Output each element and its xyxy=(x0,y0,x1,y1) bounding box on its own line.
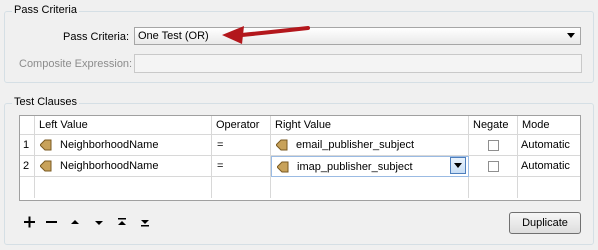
row-number-header xyxy=(20,116,35,135)
row-number: 2 xyxy=(23,160,30,172)
empty-cell[interactable] xyxy=(271,177,469,198)
pass-criteria-group-title: Pass Criteria xyxy=(12,4,79,16)
operator-text: = xyxy=(217,139,224,151)
test-clauses-group-title: Test Clauses xyxy=(12,96,79,108)
empty-cell[interactable] xyxy=(212,177,271,198)
move-bottom-icon[interactable] xyxy=(138,215,152,229)
duplicate-button[interactable]: Duplicate xyxy=(509,212,581,234)
empty-cell[interactable] xyxy=(469,177,518,198)
mode-cell[interactable]: Automatic xyxy=(518,135,580,156)
table-row: 2 xyxy=(20,156,35,177)
right-value-text: imap_publisher_subject xyxy=(297,161,413,173)
mode-text: Automatic xyxy=(521,139,570,151)
right-value-text: email_publisher_subject xyxy=(296,139,415,151)
mode-cell[interactable]: Automatic xyxy=(518,156,580,177)
negate-checkbox[interactable] xyxy=(488,161,499,172)
left-value-cell[interactable]: NeighborhoodName xyxy=(35,156,212,177)
pass-criteria-value: One Test (OR) xyxy=(138,30,209,42)
parameter-icon xyxy=(276,139,288,151)
table-row xyxy=(20,177,35,198)
negate-checkbox[interactable] xyxy=(488,140,499,151)
column-header-negate[interactable]: Negate xyxy=(469,116,518,135)
left-value-text: NeighborhoodName xyxy=(60,160,159,172)
left-value-text: NeighborhoodName xyxy=(60,139,159,151)
operator-cell[interactable]: = xyxy=(212,135,271,156)
chevron-down-icon xyxy=(454,163,462,168)
move-up-icon[interactable] xyxy=(68,215,82,229)
table-row: 1 xyxy=(20,135,35,156)
move-down-icon[interactable] xyxy=(92,215,106,229)
chevron-down-icon xyxy=(567,33,575,38)
column-header-mode[interactable]: Mode xyxy=(518,116,580,135)
composite-expression-field[interactable] xyxy=(134,54,582,73)
column-header-right-value[interactable]: Right Value xyxy=(271,116,469,135)
empty-cell[interactable] xyxy=(35,177,212,198)
row-number: 1 xyxy=(23,139,30,151)
negate-cell xyxy=(469,156,518,177)
remove-icon[interactable] xyxy=(45,215,59,229)
operator-cell[interactable]: = xyxy=(212,156,271,177)
empty-cell[interactable] xyxy=(518,177,580,198)
mode-text: Automatic xyxy=(521,160,570,172)
attribute-icon xyxy=(40,139,52,151)
column-header-left-value[interactable]: Left Value xyxy=(35,116,212,135)
negate-cell xyxy=(469,135,518,156)
parameter-icon xyxy=(277,161,289,173)
add-icon[interactable] xyxy=(23,215,37,229)
pass-criteria-combobox[interactable]: One Test (OR) xyxy=(134,27,581,45)
annotation-arrow-icon xyxy=(222,26,310,44)
attribute-icon xyxy=(40,160,52,172)
right-value-dropdown-button[interactable] xyxy=(450,157,466,174)
move-top-icon[interactable] xyxy=(115,215,129,229)
composite-expression-label: Composite Expression: xyxy=(19,58,133,70)
left-value-cell[interactable]: NeighborhoodName xyxy=(35,135,212,156)
right-value-cell[interactable]: email_publisher_subject xyxy=(271,135,469,156)
test-clauses-table: Left Value Operator Right Value Negate M… xyxy=(19,115,581,201)
column-header-operator[interactable]: Operator xyxy=(212,116,271,135)
operator-text: = xyxy=(217,160,224,172)
pass-criteria-label: Pass Criteria: xyxy=(63,31,130,43)
right-value-cell-editing[interactable]: imap_publisher_subject xyxy=(271,156,469,177)
